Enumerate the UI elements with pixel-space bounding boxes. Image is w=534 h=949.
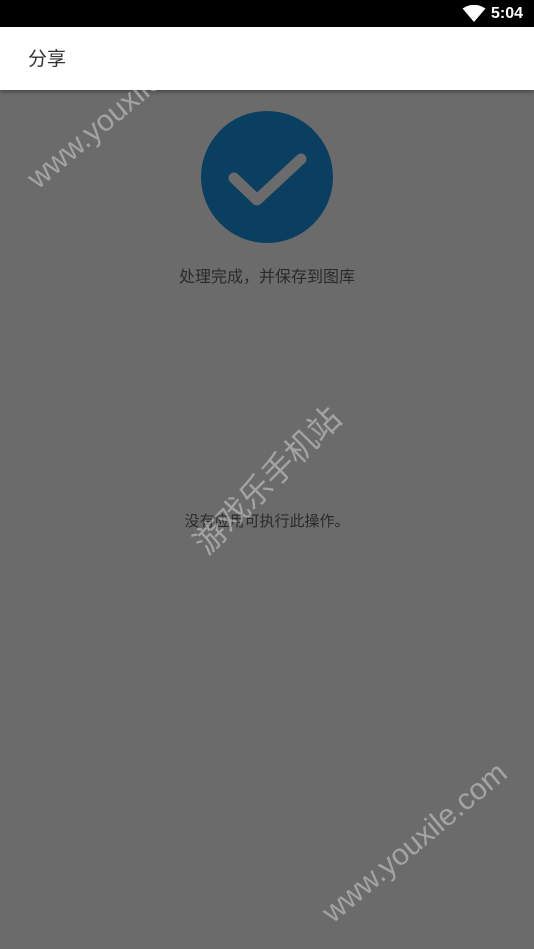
no-apps-message: 没有应用可执行此操作。 bbox=[184, 512, 350, 530]
status-bar: 5:04 bbox=[0, 0, 534, 27]
save-status-text: 处理完成，并保存到图库 bbox=[178, 267, 355, 286]
app-bar: 分享 bbox=[0, 27, 534, 90]
checkmark-icon bbox=[228, 153, 307, 206]
share-dialog-content: 处理完成，并保存到图库 没有应用可执行此操作。 bbox=[0, 90, 534, 949]
page-title: 分享 bbox=[28, 48, 67, 70]
wifi-icon bbox=[462, 5, 486, 22]
status-time: 5:04 bbox=[491, 5, 524, 22]
success-badge bbox=[201, 111, 333, 243]
